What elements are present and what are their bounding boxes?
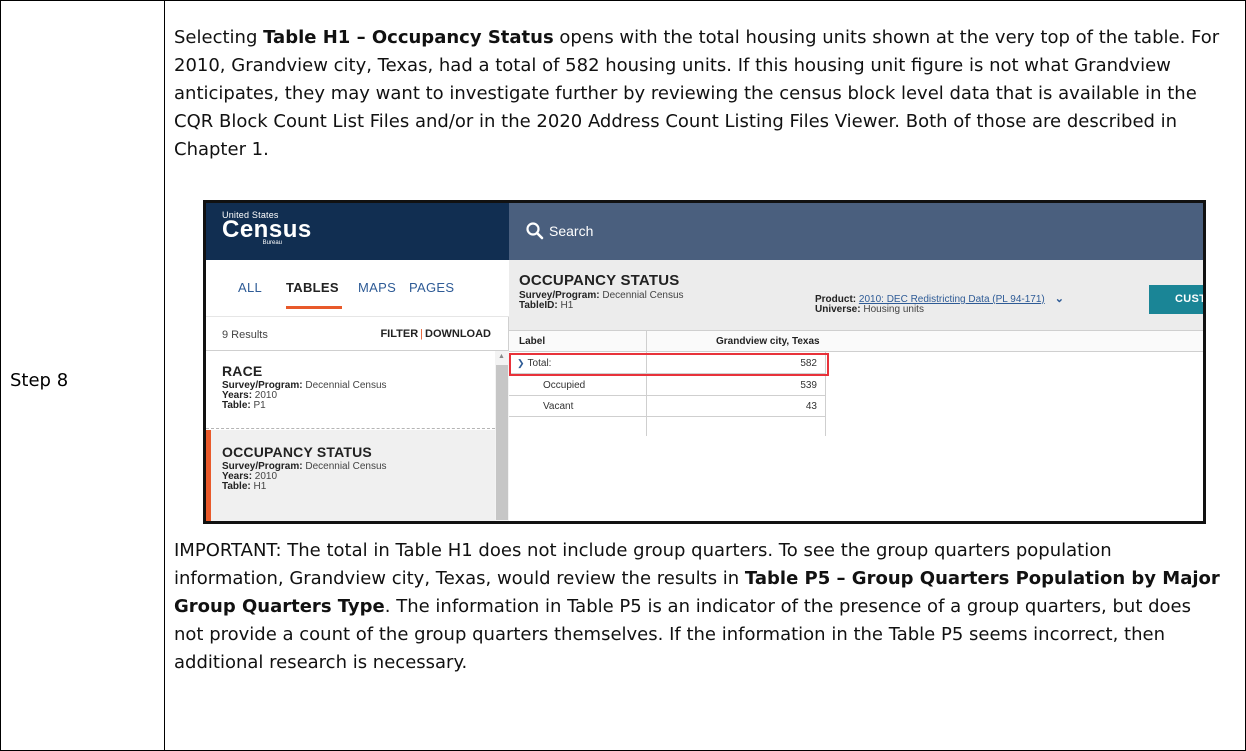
intro-table-name: Table H1 – Occupancy Status (263, 27, 554, 48)
table-value: P1 (250, 400, 266, 411)
table-meta: Survey/Program: Decennial Census TableID… (519, 291, 684, 311)
tab-tables[interactable]: TABLES (286, 280, 339, 295)
row-value: 43 (805, 401, 817, 412)
column-header-geography[interactable]: Grandview city, Texas (716, 336, 820, 347)
tab-all[interactable]: ALL (238, 280, 262, 295)
scrollbar-thumb[interactable] (496, 365, 508, 520)
program-value: Decennial Census (302, 461, 387, 472)
filter-download-links: FILTER | DOWNLOAD (380, 328, 491, 340)
table-border-left (0, 0, 1, 751)
column-header-label[interactable]: Label (519, 336, 545, 347)
download-link[interactable]: DOWNLOAD (425, 328, 491, 340)
table-title: OCCUPANCY STATUS (519, 272, 680, 289)
tableid-key: TableID: (519, 300, 558, 311)
search-input-label[interactable]: Search (549, 223, 593, 239)
result-card-occupancy-status[interactable]: OCCUPANCY STATUS Survey/Program: Decenni… (206, 430, 495, 521)
census-logo[interactable]: United States Census Bureau (222, 210, 312, 246)
results-scrollbar[interactable]: ▲ (495, 351, 509, 521)
program-value: Decennial Census (302, 380, 387, 391)
table-key: Table: (222, 400, 251, 411)
data-table: Label Grandview city, Texas ❯ Total: 582 … (509, 330, 1203, 521)
filter-link[interactable]: FILTER (380, 328, 418, 340)
tab-maps[interactable]: MAPS (358, 280, 396, 295)
result-card-race[interactable]: RACE Survey/Program: Decennial Census Ye… (206, 351, 495, 429)
table-row-occupied[interactable]: Occupied 539 (509, 375, 825, 396)
document-table: Step 8 Selecting Table H1 – Occupancy St… (0, 0, 1246, 751)
table-view-pane: Search OCCUPANCY STATUS Survey/Program: … (509, 203, 1203, 521)
table-header: OCCUPANCY STATUS Survey/Program: Decenni… (509, 260, 1203, 330)
universe-value: Housing units (860, 304, 924, 315)
search-results-pane: United States Census Bureau ALL TABLES M… (206, 203, 509, 521)
step-label: Step 8 (10, 370, 69, 391)
link-separator: | (420, 328, 423, 340)
universe-line: Universe: Housing units (815, 305, 1064, 315)
row-label: Vacant (543, 401, 574, 412)
results-toolbar: 9 Results FILTER | DOWNLOAD (206, 316, 509, 351)
data-table-header: Label Grandview city, Texas (509, 330, 1203, 352)
intro-paragraph: Selecting Table H1 – Occupancy Status op… (174, 24, 1224, 164)
logo-main-text: Census (222, 216, 312, 243)
table-key: Table: (222, 481, 251, 492)
product-info: Product: 2010: DEC Redistricting Data (P… (815, 294, 1064, 315)
result-tabs: ALL TABLES MAPS PAGES (206, 260, 509, 316)
important-paragraph: IMPORTANT: The total in Table H1 does no… (174, 537, 1224, 677)
result-table: Table: H1 (222, 482, 495, 492)
intro-text-start: Selecting (174, 27, 264, 48)
program-value: Decennial Census (599, 290, 684, 301)
total-row-highlight (509, 353, 829, 376)
row-value: 539 (800, 380, 817, 391)
logo-bar: United States Census Bureau (206, 203, 509, 260)
tableid-line: TableID: H1 (519, 301, 684, 311)
result-table: Table: P1 (222, 401, 495, 411)
customize-table-button[interactable]: CUSTO (1149, 285, 1203, 314)
tableid-value: H1 (557, 300, 574, 311)
row-label: Occupied (543, 380, 586, 391)
active-tab-indicator (286, 306, 342, 309)
search-icon[interactable] (525, 221, 545, 241)
result-title: OCCUPANCY STATUS (222, 444, 372, 460)
table-row-vacant[interactable]: Vacant 43 (509, 396, 825, 417)
table-column-divider (164, 0, 165, 751)
results-count: 9 Results (222, 329, 268, 341)
tab-pages[interactable]: PAGES (409, 280, 454, 295)
chevron-down-icon[interactable]: ⌄ (1055, 294, 1064, 305)
search-bar[interactable]: Search (509, 203, 1203, 260)
universe-key: Universe: (815, 304, 861, 315)
embedded-screenshot: United States Census Bureau ALL TABLES M… (203, 200, 1206, 524)
result-title: RACE (222, 363, 263, 379)
table-border-top (0, 0, 1246, 1)
scroll-up-icon[interactable]: ▲ (498, 353, 505, 360)
table-value: H1 (250, 481, 267, 492)
